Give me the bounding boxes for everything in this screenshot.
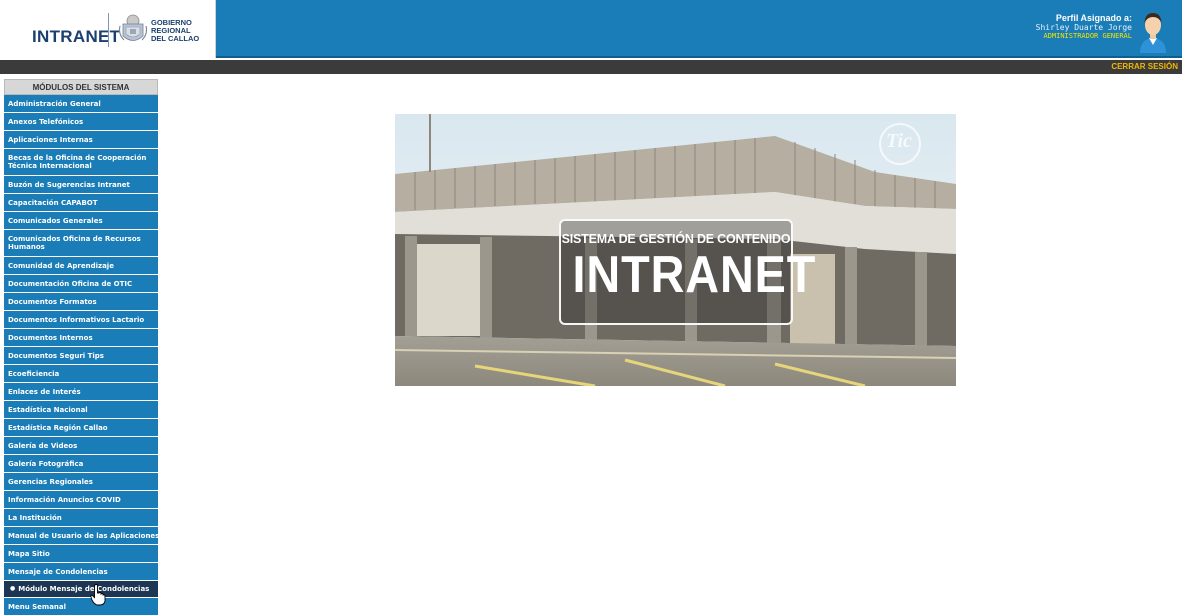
bullet-icon: ● [10, 585, 16, 592]
sidebar-item-label: Comunicados Generales [8, 216, 103, 225]
sidebar-item[interactable]: Mensaje de Condolencias [4, 563, 158, 581]
sidebar-item-label: Anexos Telefónicos [8, 117, 84, 126]
coat-of-arms-icon [118, 14, 148, 41]
sidebar-item-label: Estadística Nacional [8, 405, 88, 414]
sidebar-item-label: Aplicaciones Internas [8, 135, 93, 144]
sidebar-item-label: Manual de Usuario de las Aplicaciones [8, 531, 158, 540]
sidebar-item-label: Documentos Formatos [8, 297, 97, 306]
header: INTRANET GOBIERNO REGIONAL DEL CALLAO Pe… [0, 0, 1182, 58]
sidebar-menu: MÓDULOS DEL SISTEMA Administración Gener… [4, 79, 158, 616]
hand-pointer-icon [90, 584, 106, 606]
sidebar-item[interactable]: Documentos Internos [4, 329, 158, 347]
sidebar-item-label: Menu Semanal [8, 602, 67, 611]
sidebar-item[interactable]: Documentos Formatos [4, 293, 158, 311]
profile-name: Shirley Duarte Jorge [1035, 23, 1132, 32]
sidebar-item-label: Galería Fotográfica [8, 459, 84, 468]
sidebar-item[interactable]: Capacitación CAPABOT [4, 194, 158, 212]
sidebar-item[interactable]: Comunidad de Aprendizaje [4, 257, 158, 275]
sidebar-item[interactable]: Documentación Oficina de OTIC [4, 275, 158, 293]
sidebar-item[interactable]: Becas de la Oficina de Cooperación Técni… [4, 149, 158, 176]
sidebar-title: MÓDULOS DEL SISTEMA [4, 79, 158, 95]
sidebar-item[interactable]: Documentos Informativos Lactario [4, 311, 158, 329]
sidebar-item[interactable]: Comunicados Oficina de Recursos Humanos [4, 230, 158, 257]
banner-subtitle: SISTEMA DE GESTIÓN DE CONTENIDO [561, 232, 791, 246]
banner-title: INTRANET [572, 246, 817, 304]
intranet-banner: Tic SISTEMA DE GESTIÓN DE CONTENIDO INTR… [395, 114, 956, 386]
sidebar-item-label: Comunicados Oficina de Recursos Humanos [8, 235, 141, 251]
sidebar-item[interactable]: La Institución [4, 509, 158, 527]
sidebar-item[interactable]: Comunicados Generales [4, 212, 158, 230]
logout-link[interactable]: CERRAR SESIÓN [1111, 62, 1178, 71]
sidebar-item-label: Enlaces de Interés [8, 387, 81, 396]
sidebar-item-label: Capacitación CAPABOT [8, 198, 98, 207]
sidebar-item[interactable]: Administración General [4, 95, 158, 113]
sidebar-item-label: Ecoeficiencia [8, 369, 60, 378]
sidebar-item[interactable]: Aplicaciones Internas [4, 131, 158, 149]
site-logo[interactable]: INTRANET GOBIERNO REGIONAL DEL CALLAO [0, 0, 216, 58]
profile-role: ADMINISTRADOR GENERAL [1043, 32, 1132, 40]
sidebar-item-label: Mapa Sitio [8, 549, 50, 558]
sidebar-item[interactable]: Galería Fotográfica [4, 455, 158, 473]
sidebar-item[interactable]: Documentos Seguri Tips [4, 347, 158, 365]
top-action-bar [0, 60, 1182, 74]
sidebar-item[interactable]: Estadística Región Callao [4, 419, 158, 437]
sidebar-item[interactable]: Enlaces de Interés [4, 383, 158, 401]
sidebar-item[interactable]: Menu Semanal [4, 598, 158, 616]
sidebar-item-label: Becas de la Oficina de Cooperación Técni… [8, 154, 147, 170]
sidebar-item-label: La Institución [8, 513, 62, 522]
sidebar-item-label: Estadística Región Callao [8, 423, 108, 432]
sidebar-item-label: Administración General [8, 99, 101, 108]
sidebar-item-label: Mensaje de Condolencias [8, 567, 108, 576]
sidebar-item[interactable]: Anexos Telefónicos [4, 113, 158, 131]
sidebar-item[interactable]: Estadística Nacional [4, 401, 158, 419]
sidebar-item-label: Módulo Mensaje de Condolencias [18, 585, 150, 593]
sidebar-item[interactable]: Galería de Videos [4, 437, 158, 455]
org-name-line: DEL CALLAO [151, 34, 200, 43]
sidebar-item[interactable]: Mapa Sitio [4, 545, 158, 563]
sidebar-item-label: Documentos Seguri Tips [8, 351, 104, 360]
org-name: GOBIERNO REGIONAL DEL CALLAO [151, 19, 199, 43]
profile-label: Perfil Asignado a: [1055, 13, 1132, 23]
sidebar-item[interactable]: Información Anuncios COVID [4, 491, 158, 509]
sidebar-item[interactable]: Ecoeficiencia [4, 365, 158, 383]
sidebar-item-label: Buzón de Sugerencias Intranet [8, 180, 130, 189]
logo-divider [108, 13, 109, 47]
sidebar-item-label: Documentos Informativos Lactario [8, 315, 145, 324]
sidebar-item-label: Gerencias Regionales [8, 477, 93, 486]
banner-title-box: SISTEMA DE GESTIÓN DE CONTENIDO INTRANET [559, 219, 817, 325]
sidebar-item-label: Documentos Internos [8, 333, 93, 342]
sidebar-item[interactable]: Manual de Usuario de las Aplicaciones [4, 527, 158, 545]
sidebar-item[interactable]: Buzón de Sugerencias Intranet [4, 176, 158, 194]
sidebar-item-label: Documentación Oficina de OTIC [8, 279, 133, 288]
sidebar-item-label: Información Anuncios COVID [8, 495, 121, 504]
user-profile-info: Perfil Asignado a: Shirley Duarte Jorge … [1036, 14, 1132, 41]
user-avatar-icon[interactable] [1138, 9, 1168, 53]
sidebar-item-label: Galería de Videos [8, 441, 78, 450]
sidebar-subitem[interactable]: ● Módulo Mensaje de Condolencias [4, 581, 158, 598]
sidebar-item-label: Comunidad de Aprendizaje [8, 261, 114, 270]
sidebar-item[interactable]: Gerencias Regionales [4, 473, 158, 491]
tic-watermark-logo: Tic [886, 130, 912, 152]
